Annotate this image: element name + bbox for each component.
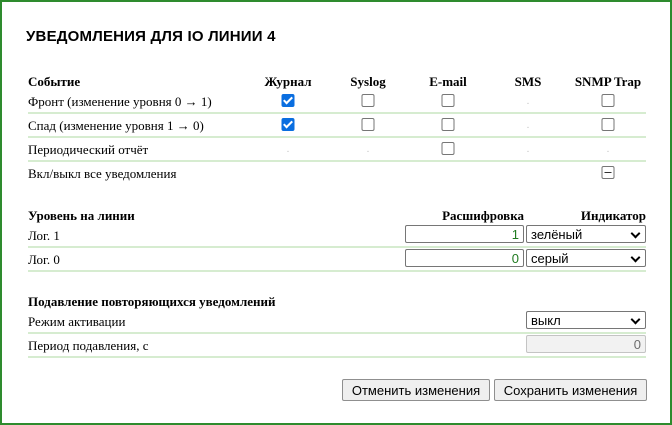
activation-mode-select[interactable]: выкл [526,311,646,329]
decode-input-log1[interactable]: 1 [405,225,524,243]
email-checkbox[interactable] [441,142,455,155]
activation-mode-value: выкл [531,313,561,328]
level-row-log1: Лог. 1 1 зелёный [28,224,646,248]
sms-unavailable-marker: . [526,95,530,107]
event-row: Спад (изменение уровня 1 → 0). [28,114,646,138]
event-row-label: Периодический отчёт [28,142,149,157]
email-column-header: E-mail [429,74,467,89]
suppression-period-row: Период подавления, с 0 [28,334,646,358]
settings-panel: УВЕДОМЛЕНИЯ ДЛЯ IO ЛИНИИ 4 Событие Журна… [0,0,672,425]
levels-header-row: Уровень на линии Расшифровка Индикатор [28,204,646,226]
decode-input-log0[interactable]: 0 [405,249,524,267]
syslog-unavailable-marker: . [366,143,370,155]
indicator-column-header: Индикатор [580,208,646,223]
suppression-header-row: Подавление повторяющихся уведомлений [28,290,646,312]
sms-column-header: SMS [514,74,542,89]
suppression-section-title: Подавление повторяющихся уведомлений [28,294,276,309]
page-title: УВЕДОМЛЕНИЯ ДЛЯ IO ЛИНИИ 4 [26,28,276,45]
activation-mode-label: Режим активации [28,314,126,329]
suppression-period-label: Период подавления, с [28,338,149,353]
suppression-period-input[interactable]: 0 [526,335,646,353]
journal-column-header: Журнал [264,74,312,89]
event-row: Фронт (изменение уровня 0 → 1). [28,90,646,114]
event-row-label: Спад (изменение уровня 1 → 0) [28,118,204,133]
journal-checkbox[interactable] [281,94,295,107]
events-header-row: Событие Журнал Syslog E-mail SMS SNMP Tr… [28,70,646,92]
email-checkbox[interactable] [441,94,455,107]
journal-unavailable-marker: . [286,143,290,155]
toggle-all-snmp-checkbox[interactable] [601,166,615,179]
indicator-select-value: зелёный [531,227,583,242]
event-column-header: Событие [28,74,81,89]
indicator-select-log1[interactable]: зелёный [526,225,646,243]
sms-unavailable-marker: . [526,143,530,155]
snmp-trap-column-header: SNMP Trap [574,74,642,89]
chevron-down-icon [630,228,641,239]
indicator-select-value: серый [531,251,569,266]
journal-checkbox[interactable] [281,118,295,131]
chevron-down-icon [630,314,641,325]
snmp-unavailable-marker: . [606,143,610,155]
save-changes-button[interactable]: Сохранить изменения [494,379,647,401]
level-column-header: Уровень на линии [28,208,135,223]
activation-mode-row: Режим активации выкл [28,310,646,334]
snmp-checkbox[interactable] [601,94,615,107]
level-row-label: Лог. 1 [28,228,60,243]
syslog-checkbox[interactable] [361,118,375,131]
sms-unavailable-marker: . [526,119,530,131]
chevron-down-icon [630,252,641,263]
level-row-label: Лог. 0 [28,252,60,267]
event-row-label: Фронт (изменение уровня 0 → 1) [28,94,212,109]
syslog-checkbox[interactable] [361,94,375,107]
email-checkbox[interactable] [441,118,455,131]
syslog-column-header: Syslog [350,74,386,89]
event-row: Вкл/выкл все уведомления [28,162,646,184]
decode-column-header: Расшифровка [442,208,524,223]
cancel-changes-button[interactable]: Отменить изменения [342,379,490,401]
level-row-log0: Лог. 0 0 серый [28,248,646,272]
event-row-label: Вкл/выкл все уведомления [28,166,177,181]
snmp-checkbox[interactable] [601,118,615,131]
indicator-select-log0[interactable]: серый [526,249,646,267]
event-row: Периодический отчёт.... [28,138,646,162]
